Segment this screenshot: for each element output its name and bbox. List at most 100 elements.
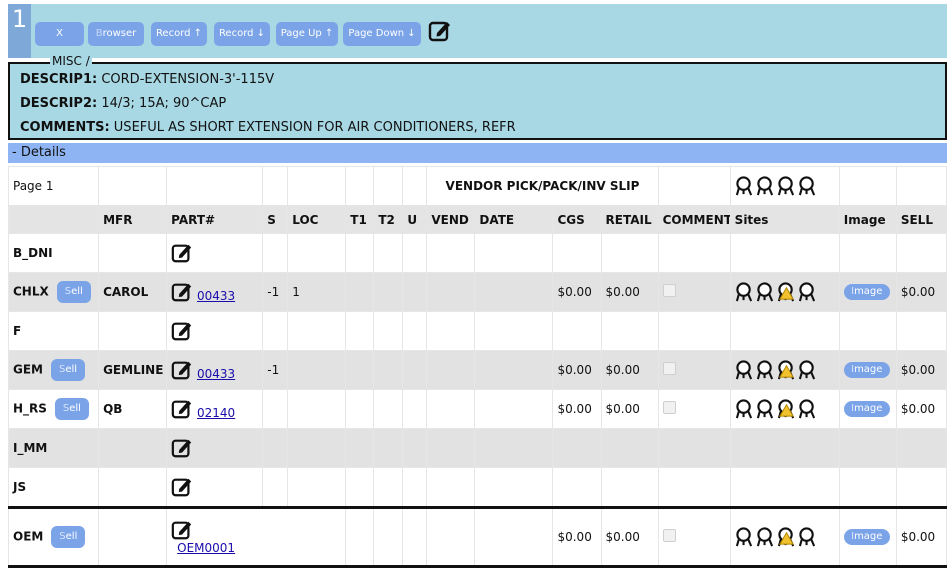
empty-cell — [373, 166, 404, 206]
record-up-button[interactable]: Record ↑ — [151, 22, 207, 46]
site-icon[interactable] — [756, 281, 775, 303]
page-label-cell: Page 1 — [7, 166, 100, 206]
edit-icon[interactable] — [171, 398, 193, 420]
part-cell — [166, 311, 264, 351]
comment-checkbox[interactable] — [662, 401, 676, 414]
row-code: F — [13, 324, 22, 338]
site-icon[interactable] — [756, 398, 775, 420]
empty-cell — [98, 166, 168, 206]
site-warning-icon[interactable] — [777, 526, 796, 548]
s-cell — [262, 389, 289, 429]
site-icon[interactable] — [798, 175, 817, 197]
image-cell — [838, 467, 897, 508]
site-warning-icon[interactable] — [777, 281, 796, 303]
site-icon[interactable] — [735, 281, 754, 303]
edit-icon[interactable] — [171, 359, 193, 381]
image-button[interactable]: Image — [843, 284, 890, 300]
edit-icon[interactable] — [171, 242, 193, 264]
page-up-button[interactable]: Page Up ↑ — [276, 22, 338, 46]
part-link[interactable]: 00433 — [197, 289, 235, 303]
code-cell: OEM Sell — [7, 506, 100, 568]
details-section-header[interactable]: - Details — [8, 143, 947, 163]
comment-checkbox[interactable] — [662, 529, 676, 542]
date-cell — [474, 350, 554, 390]
sell-button[interactable]: Sell — [51, 359, 85, 381]
comment-cell — [657, 350, 731, 390]
comment-checkbox[interactable] — [662, 284, 676, 297]
record-down-button[interactable]: Record ↓ — [214, 22, 270, 46]
sell-button[interactable]: Sell — [56, 281, 91, 303]
empty-cell — [657, 166, 731, 206]
retail-cell — [600, 467, 659, 508]
site-icon[interactable] — [735, 175, 754, 197]
loc-cell — [287, 467, 347, 508]
cgs-cell: $0.00 — [552, 389, 602, 429]
site-icon[interactable] — [735, 526, 754, 548]
loc-cell — [287, 428, 347, 468]
edit-icon[interactable] — [428, 19, 452, 43]
edit-icon[interactable] — [171, 437, 193, 459]
part-link[interactable]: OEM0001 — [177, 541, 235, 555]
close-button[interactable]: X — [35, 22, 84, 46]
table-row: CHLX Sell CAROL 00433 -1 1 $0.00 $0.00 Image $0.… — [7, 272, 948, 312]
sell-price-cell — [895, 233, 948, 273]
edit-icon[interactable] — [171, 476, 193, 498]
u-cell — [402, 389, 428, 429]
descrip2-value: 14/3; 15A; 90^CAP — [101, 96, 227, 111]
loc-cell — [287, 311, 347, 351]
part-link[interactable]: 00433 — [197, 367, 235, 381]
slip-label: VENDOR PICK/PACK/INV SLIP — [426, 166, 659, 206]
loc-cell — [287, 389, 347, 429]
page-label: Page 1 — [13, 179, 54, 193]
browser-button[interactable]: Browser — [88, 22, 144, 46]
cgs-cell — [552, 428, 602, 468]
row-code: I_MM — [13, 441, 48, 455]
site-icon[interactable] — [756, 526, 775, 548]
column-header: MFR — [98, 205, 168, 234]
mfr-value: QB — [103, 402, 123, 416]
s-cell — [262, 428, 289, 468]
site-icon[interactable] — [798, 359, 817, 381]
sell-button[interactable]: Sell — [51, 526, 86, 548]
sites-cell — [729, 467, 840, 508]
u-cell — [402, 428, 428, 468]
site-icon[interactable] — [756, 175, 775, 197]
mfr-value: GEMLINE — [103, 363, 164, 377]
image-cell: Image — [838, 272, 897, 312]
image-button[interactable]: Image — [843, 401, 890, 417]
part-link[interactable]: 02140 — [197, 406, 235, 420]
edit-icon[interactable] — [171, 281, 193, 303]
site-icon[interactable] — [777, 175, 796, 197]
site-warning-icon[interactable] — [777, 359, 796, 381]
page-down-button[interactable]: Page Down ↓ — [343, 22, 421, 46]
site-icon[interactable] — [735, 359, 754, 381]
mfr-cell — [98, 428, 168, 468]
site-icon[interactable] — [735, 398, 754, 420]
date-cell — [474, 311, 554, 351]
vend-cell — [426, 428, 476, 468]
comments-value: USEFUL AS SHORT EXTENSION FOR AIR CONDIT… — [113, 120, 516, 135]
vend-cell — [426, 506, 476, 568]
descrip1-label: DESCRIP1: — [20, 72, 98, 87]
image-button[interactable]: Image — [843, 529, 890, 545]
row-code: CHLX — [13, 284, 49, 299]
edit-icon[interactable] — [171, 519, 193, 541]
site-icon[interactable] — [798, 526, 817, 548]
column-header: PART# — [166, 205, 264, 234]
comment-checkbox[interactable] — [662, 362, 676, 375]
site-icon[interactable] — [798, 281, 817, 303]
site-icon[interactable] — [798, 398, 817, 420]
t1-cell — [345, 389, 375, 429]
edit-icon[interactable] — [171, 320, 193, 342]
site-warning-icon[interactable] — [777, 398, 796, 420]
code-cell: B_DNI — [7, 233, 100, 273]
image-button[interactable]: Image — [843, 362, 890, 378]
s-cell: -1 — [262, 272, 289, 312]
sell-button[interactable]: Sell — [54, 398, 89, 420]
sell-price-cell: $0.00 — [895, 272, 948, 312]
site-icon[interactable] — [756, 359, 775, 381]
code-cell: CHLX Sell — [7, 272, 100, 312]
column-header: T2 — [373, 205, 404, 234]
image-cell — [838, 233, 897, 273]
column-header: S — [262, 205, 289, 234]
